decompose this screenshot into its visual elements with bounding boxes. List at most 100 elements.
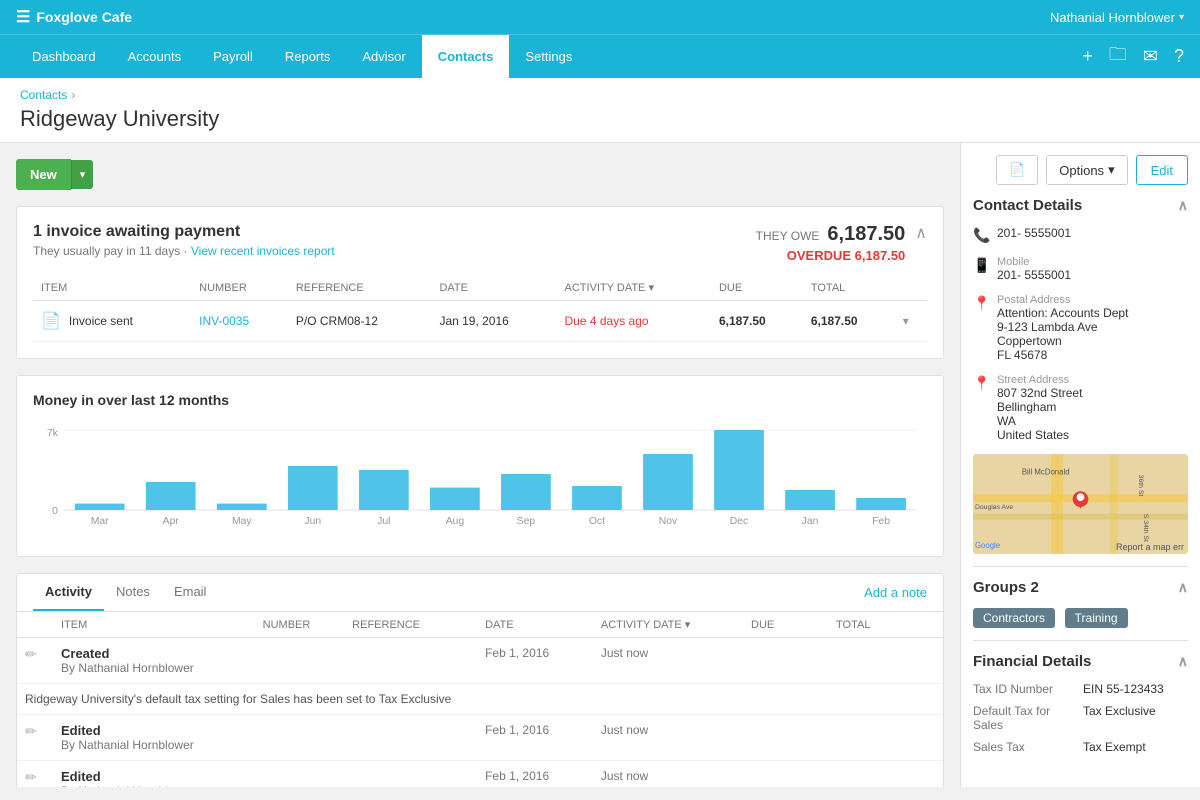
group-tag-training[interactable]: Training: [1065, 608, 1128, 628]
svg-text:Jun: Jun: [304, 516, 321, 527]
edit-icon: ✏: [25, 769, 37, 785]
tab-notes[interactable]: Notes: [104, 574, 162, 611]
svg-text:0: 0: [52, 506, 58, 517]
financial-collapse-icon[interactable]: ∧: [1178, 653, 1188, 670]
they-owe-label: THEY OWE: [756, 229, 820, 243]
activity-by: By Nathanial Hornblower: [61, 661, 247, 675]
chart-title: Money in over last 12 months: [33, 392, 927, 408]
financial-row: Default Tax for SalesTax Exclusive: [973, 704, 1188, 732]
street-label: Street Address: [997, 374, 1082, 386]
svg-text:Bill McDonald: Bill McDonald: [1022, 468, 1070, 477]
invoice-number-link[interactable]: INV-0035: [199, 314, 249, 328]
edit-button[interactable]: Edit: [1136, 155, 1188, 185]
mobile-number: 201- 5555001: [997, 268, 1071, 282]
nav-payroll[interactable]: Payroll: [197, 35, 269, 79]
svg-text:Dec: Dec: [730, 516, 748, 527]
logo-icon: ☰: [16, 7, 30, 27]
chart-box: Money in over last 12 months 7k0MarAprMa…: [16, 375, 944, 557]
add-note-link[interactable]: Add a note: [864, 585, 927, 600]
col-due: DUE: [711, 275, 803, 301]
financial-title: Financial Details ∧: [973, 653, 1188, 670]
activity-item: Created: [61, 646, 247, 661]
activity-table: ITEM NUMBER REFERENCE DATE ACTIVITY DATE…: [17, 612, 943, 787]
new-dropdown-button[interactable]: ▾: [71, 160, 94, 189]
nav-actions: + 🗀 ✉ ?: [1082, 42, 1184, 72]
act-col-item: ITEM: [53, 612, 255, 638]
edit-icon: ✏: [25, 723, 37, 739]
financial-rows: Tax ID NumberEIN 55-123433 Default Tax fo…: [973, 682, 1188, 754]
tab-activity[interactable]: Activity: [33, 574, 104, 611]
svg-text:Jan: Jan: [802, 516, 819, 527]
nav-reports[interactable]: Reports: [269, 35, 347, 79]
activity-box: Activity Notes Email Add a note ITEM NUM…: [16, 573, 944, 787]
page-title: Ridgeway University: [20, 106, 1180, 142]
user-name: Nathanial Hornblower: [1050, 10, 1175, 25]
email-icon[interactable]: ✉: [1143, 46, 1158, 67]
doc-button[interactable]: 📄: [996, 155, 1038, 185]
they-owe-amount: 6,187.50: [827, 223, 905, 246]
svg-text:Aug: Aug: [446, 516, 465, 527]
invoice-overdue: OVERDUE 6,187.50: [756, 248, 906, 263]
options-button[interactable]: Options ▾: [1046, 155, 1127, 185]
svg-text:May: May: [232, 516, 253, 527]
folder-icon[interactable]: 🗀: [1109, 42, 1127, 72]
col-item: ITEM: [33, 275, 191, 301]
nav-advisor[interactable]: Advisor: [346, 35, 421, 79]
top-bar: ☰ Foxglove Cafe Nathanial Hornblower ▾: [0, 0, 1200, 34]
user-menu[interactable]: Nathanial Hornblower ▾: [1050, 10, 1184, 25]
group-tag-contractors[interactable]: Contractors: [973, 608, 1055, 628]
map-error: Report a map err: [1116, 542, 1184, 552]
act-col-activity-date: ACTIVITY DATE ▾: [593, 612, 743, 638]
act-col-due: DUE: [743, 612, 828, 638]
groups-collapse-icon[interactable]: ∧: [1178, 579, 1188, 596]
tab-email[interactable]: Email: [162, 574, 219, 611]
invoice-due: 6,187.50: [711, 301, 803, 342]
nav-settings[interactable]: Settings: [509, 35, 588, 79]
nav-accounts[interactable]: Accounts: [112, 35, 197, 79]
breadcrumb-parent[interactable]: Contacts: [20, 88, 67, 102]
activity-by: By Nathanial Hornblower: [61, 784, 247, 787]
contact-collapse-icon[interactable]: ∧: [1178, 197, 1188, 214]
col-number: NUMBER: [191, 275, 288, 301]
activity-note-row: Ridgeway University's default tax settin…: [17, 684, 943, 715]
add-icon[interactable]: +: [1082, 46, 1093, 67]
sidebar-divider: [973, 566, 1188, 567]
view-invoices-link[interactable]: View recent invoices report: [191, 244, 335, 258]
street-row: 📍 Street Address 807 32nd StreetBellingh…: [973, 374, 1188, 442]
postal-label: Postal Address: [997, 294, 1128, 306]
activity-by: By Nathanial Hornblower: [61, 738, 247, 752]
invoice-collapse-icon[interactable]: ∧: [915, 223, 927, 243]
groups-title: Groups 2 ∧: [973, 579, 1188, 596]
svg-text:Feb: Feb: [872, 516, 890, 527]
activity-item: Edited: [61, 723, 247, 738]
col-activity-date: ACTIVITY DATE ▾: [557, 275, 711, 301]
financial-row: Tax ID NumberEIN 55-123433: [973, 682, 1188, 696]
svg-text:Nov: Nov: [659, 516, 678, 527]
help-icon[interactable]: ?: [1174, 46, 1184, 67]
svg-text:S 34th St: S 34th St: [1142, 514, 1149, 542]
invoice-owe: THEY OWE 6,187.50 OVERDUE 6,187.50: [756, 223, 906, 263]
postal-address: Attention: Accounts Dept9-123 Lambda Ave…: [997, 306, 1128, 362]
sidebar: 📄 Options ▾ Edit Contact Details ∧ 📞 201…: [960, 143, 1200, 787]
nav-dashboard[interactable]: Dashboard: [16, 35, 112, 79]
act-col-reference: REFERENCE: [344, 612, 477, 638]
invoice-owe-area: THEY OWE 6,187.50 OVERDUE 6,187.50 ∧: [756, 223, 927, 263]
svg-text:Apr: Apr: [163, 516, 180, 527]
postal-row: 📍 Postal Address Attention: Accounts Dep…: [973, 294, 1188, 362]
act-col-date: DATE: [477, 612, 593, 638]
invoice-table: ITEM NUMBER REFERENCE DATE ACTIVITY DATE…: [33, 275, 927, 342]
table-row: 📄Invoice sent INV-0035 P/O CRM08-12 Jan …: [33, 301, 927, 342]
breadcrumb-area: Contacts › Ridgeway University: [0, 78, 1200, 143]
map-image[interactable]: Google Douglas Ave 36th St S 34th St Bil…: [973, 454, 1188, 554]
svg-text:Jul: Jul: [377, 516, 390, 527]
act-col-total: TOTAL: [828, 612, 913, 638]
invoice-activity-date: Due 4 days ago: [557, 301, 711, 342]
col-reference: REFERENCE: [288, 275, 432, 301]
new-button[interactable]: New: [16, 159, 71, 190]
options-arrow: ▾: [1108, 162, 1115, 178]
groups-tags: Contractors Training: [973, 608, 1188, 628]
nav-bar: Dashboard Accounts Payroll Reports Advis…: [0, 34, 1200, 78]
nav-contacts[interactable]: Contacts: [422, 35, 510, 79]
svg-text:36th St: 36th St: [1137, 475, 1144, 497]
row-expand-icon[interactable]: ▾: [903, 314, 909, 328]
